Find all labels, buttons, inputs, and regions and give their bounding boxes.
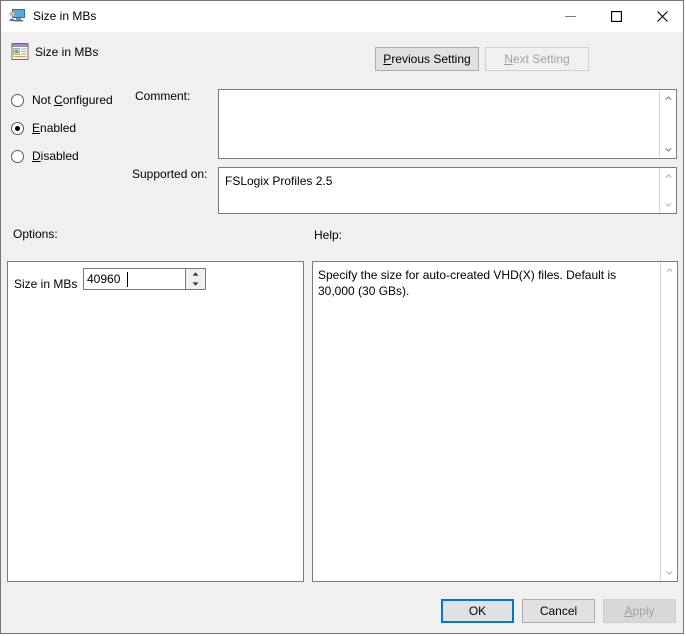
next-setting-button[interactable]: Next Setting: [485, 47, 589, 71]
comment-label: Comment:: [135, 89, 191, 103]
text-caret: [127, 272, 128, 287]
options-panel: Size in MBs: [7, 261, 304, 582]
apply-label-rest: pply: [632, 604, 655, 618]
help-panel: Specify the size for auto-created VHD(X)…: [312, 261, 678, 582]
comment-scrollbar[interactable]: [659, 90, 676, 158]
next-setting-accel: N: [504, 52, 513, 66]
computer-monitor-icon: [9, 8, 26, 24]
radio-mark-enabled: [11, 121, 24, 135]
maximize-button[interactable]: [593, 1, 639, 31]
scroll-down-icon[interactable]: [661, 564, 677, 581]
radio-mark-disabled: [11, 149, 24, 163]
help-text: Specify the size for auto-created VHD(X)…: [318, 268, 617, 298]
apply-button[interactable]: Apply: [603, 599, 676, 623]
ok-button[interactable]: OK: [441, 599, 514, 623]
supported-on-box: FSLogix Profiles 2.5: [218, 167, 677, 214]
previous-setting-label-rest: revious Setting: [391, 52, 471, 66]
scroll-down-icon[interactable]: [660, 141, 676, 158]
comment-input[interactable]: [219, 90, 660, 158]
radio-not-configured[interactable]: Not Configured: [11, 91, 113, 109]
scroll-up-icon[interactable]: [660, 90, 676, 107]
maximize-icon: [610, 10, 622, 22]
supported-on-label: Supported on:: [132, 167, 208, 181]
scroll-up-icon[interactable]: [661, 262, 677, 279]
cancel-button[interactable]: Cancel: [522, 599, 595, 623]
radio-label-enabled: Enabled: [32, 121, 77, 135]
spinner-down-icon[interactable]: [186, 279, 205, 289]
previous-setting-button[interactable]: Previous Setting: [375, 47, 479, 71]
options-label: Options:: [13, 227, 58, 241]
close-button[interactable]: [639, 1, 683, 31]
comment-box[interactable]: [218, 89, 677, 159]
window-title: Size in MBs: [33, 9, 97, 23]
next-setting-label-rest: ext Setting: [512, 52, 570, 66]
scroll-down-icon[interactable]: [660, 196, 676, 213]
setting-name: Size in MBs: [35, 45, 99, 59]
size-in-mbs-input[interactable]: [84, 269, 184, 289]
close-icon: [656, 10, 668, 22]
size-in-mbs-label: Size in MBs: [14, 277, 78, 291]
minimize-icon: [564, 15, 576, 17]
radio-label-disabled: Disabled: [32, 149, 79, 163]
help-scrollbar[interactable]: [660, 262, 677, 581]
radio-label-not-configured: Not Configured: [32, 93, 113, 107]
spinner-buttons[interactable]: [185, 269, 205, 289]
size-in-mbs-stepper[interactable]: [83, 268, 206, 290]
scroll-up-icon[interactable]: [660, 168, 676, 185]
supported-on-value: FSLogix Profiles 2.5: [225, 174, 333, 188]
radio-disabled[interactable]: Disabled: [11, 147, 79, 165]
radio-enabled[interactable]: Enabled: [11, 119, 76, 137]
radio-mark-not-configured: [11, 93, 24, 107]
help-label: Help:: [314, 228, 343, 242]
policy-setting-icon: [11, 43, 29, 60]
supported-on-scrollbar[interactable]: [659, 168, 676, 213]
minimize-button[interactable]: [547, 1, 593, 31]
title-bar: Size in MBs: [1, 1, 683, 32]
apply-accel: A: [624, 604, 633, 618]
policy-setting-dialog: Size in MBs Size in MBs Previous Setting…: [0, 0, 684, 634]
